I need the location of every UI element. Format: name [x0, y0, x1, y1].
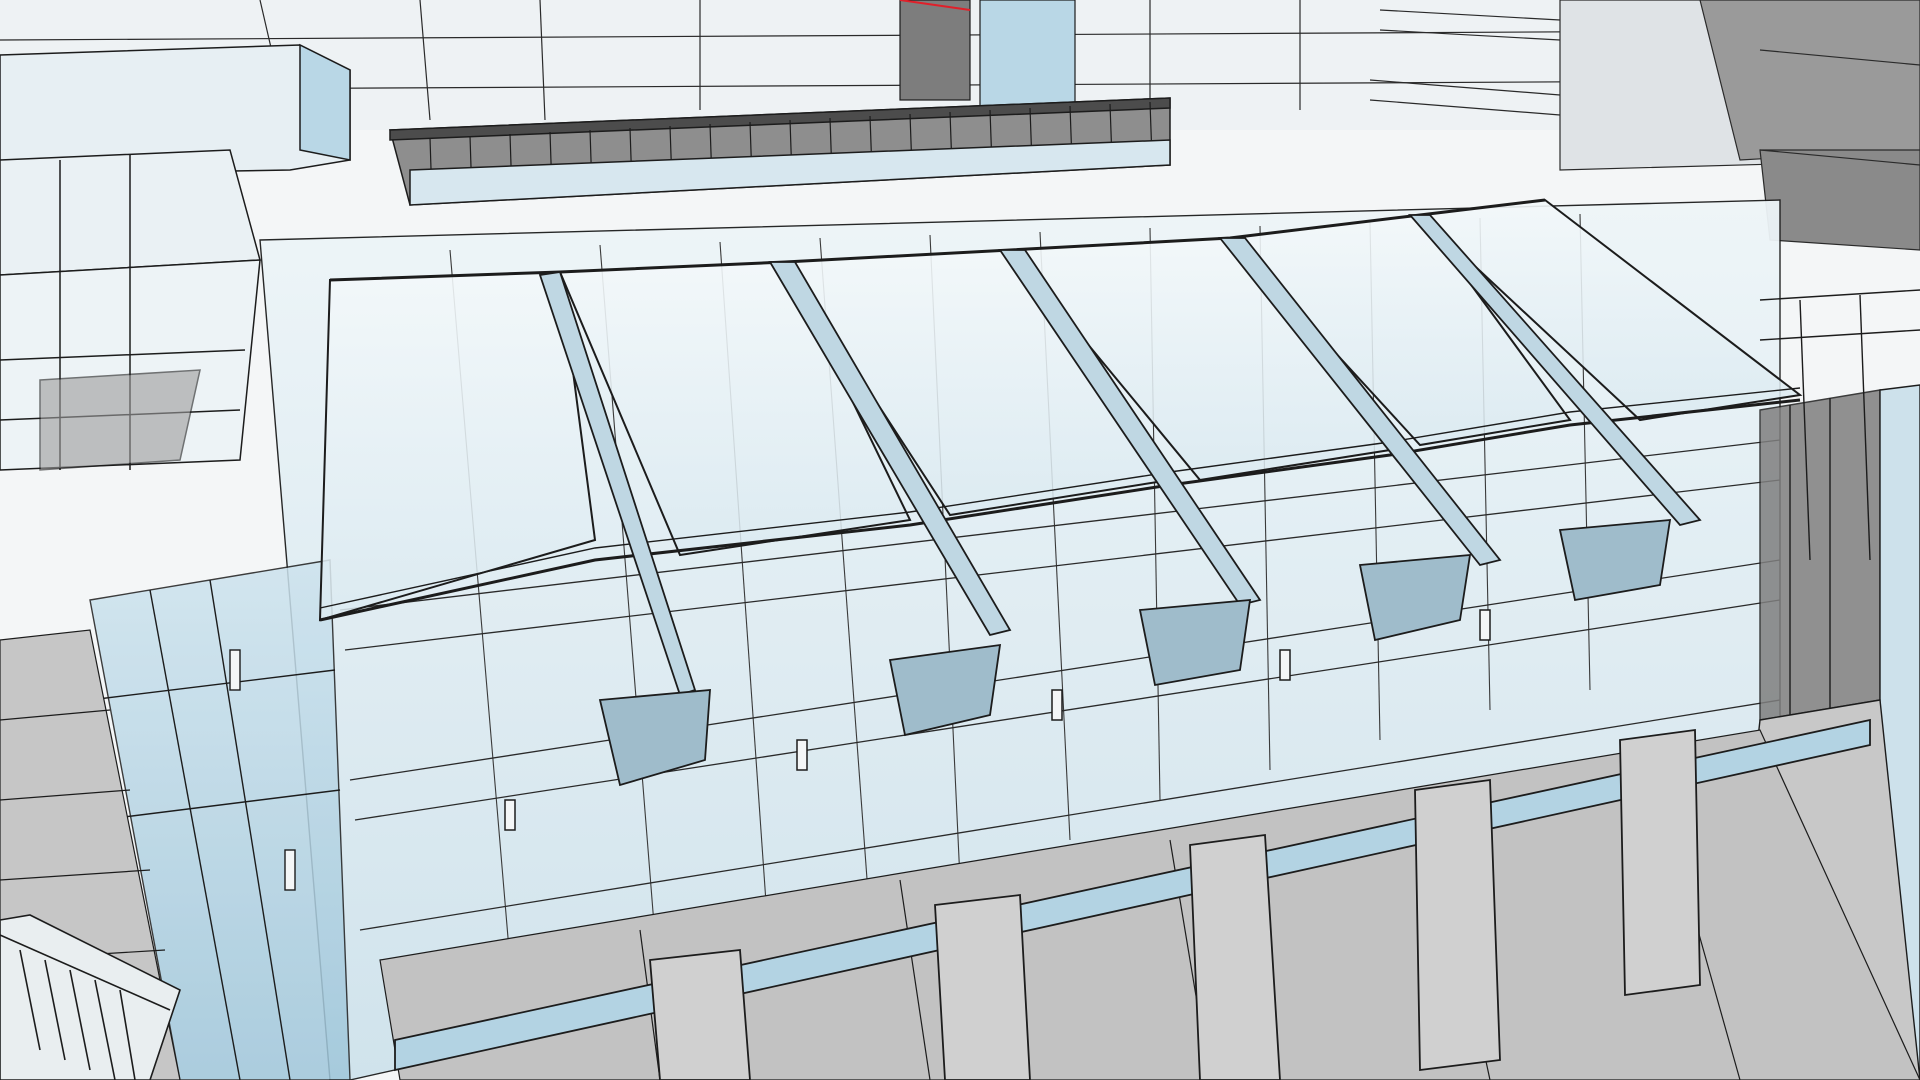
render-viewport	[0, 0, 1920, 1080]
post-2	[934, 893, 1031, 1080]
post-3	[1189, 833, 1281, 1080]
post-5	[1619, 728, 1701, 997]
post-4	[1414, 778, 1501, 1072]
architectural-render	[0, 0, 1920, 1080]
post-1	[649, 949, 751, 1080]
